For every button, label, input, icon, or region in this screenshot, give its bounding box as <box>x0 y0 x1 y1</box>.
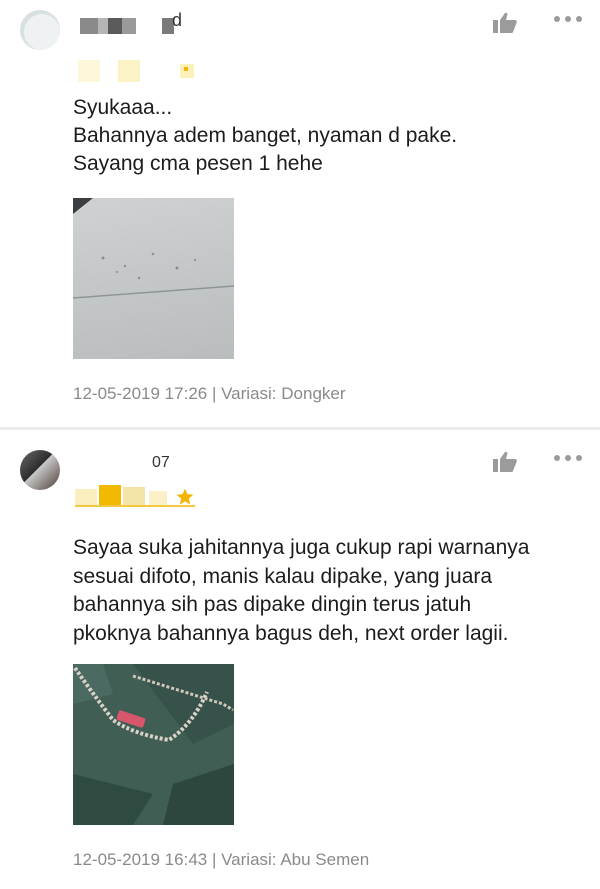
meta-separator: | <box>211 850 222 869</box>
star-icon <box>99 485 121 507</box>
more-icon[interactable] <box>553 453 583 463</box>
review-card: d Syukaaa... Bahannya adem banget, nyama… <box>0 0 600 428</box>
username: d <box>80 10 190 36</box>
avatar[interactable] <box>20 450 60 490</box>
star-icon <box>118 60 140 82</box>
review-card: 07 Sayaa suka jahitannya juga cukup rapi… <box>0 430 600 889</box>
review-meta: 12-05-2019 16:43 | Variasi: Abu Semen <box>73 850 369 870</box>
star-icon <box>176 488 194 505</box>
review-comment: Sayaa suka jahitannya juga cukup rapi wa… <box>73 536 530 645</box>
fabric-photo[interactable] <box>73 664 234 825</box>
review-date: 12-05-2019 16:43 <box>73 850 208 869</box>
review-comment: Syukaaa... Bahannya adem banget, nyaman … <box>73 96 458 175</box>
username: 07 <box>80 452 190 476</box>
star-rating <box>78 60 208 82</box>
avatar[interactable] <box>20 10 60 50</box>
review-date: 12-05-2019 17:26 <box>73 384 208 403</box>
review-variant: Variasi: Abu Semen <box>221 850 370 869</box>
thumbs-up-icon[interactable] <box>492 451 518 473</box>
thumbs-up-icon[interactable] <box>492 12 518 34</box>
more-icon[interactable] <box>553 14 583 24</box>
fabric-photo[interactable] <box>73 198 234 359</box>
review-variant: Variasi: Dongker <box>221 384 346 403</box>
star-icon <box>78 60 100 82</box>
star-rating <box>75 485 205 507</box>
review-meta: 12-05-2019 17:26 | Variasi: Dongker <box>73 384 346 404</box>
meta-separator: | <box>211 384 222 403</box>
username-text: d <box>172 10 183 30</box>
star-icon <box>123 487 145 507</box>
username-text: 07 <box>152 454 170 471</box>
